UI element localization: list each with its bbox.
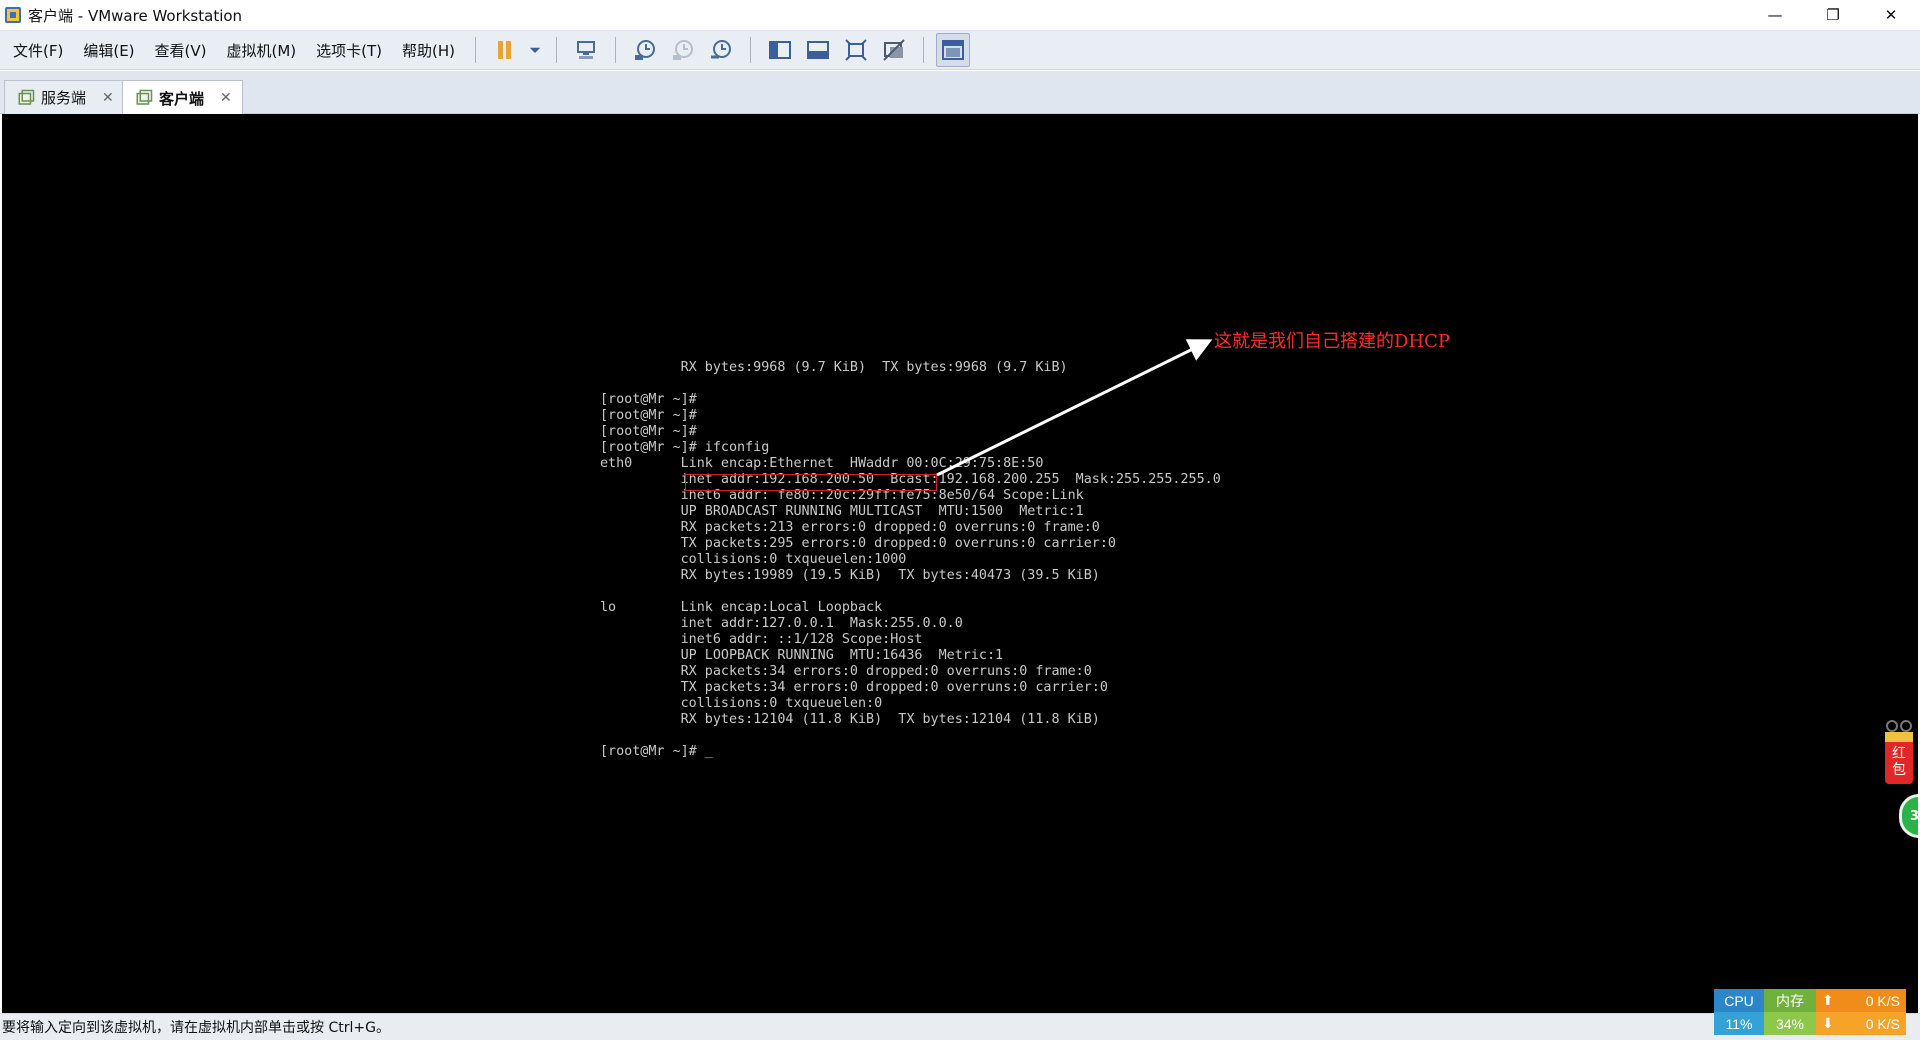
toolbar-separator <box>750 37 752 63</box>
unity-icon[interactable] <box>877 33 911 67</box>
tab-label: 客户端 <box>159 89 205 108</box>
memory-value: 34% <box>1764 1012 1816 1035</box>
terminal-line: RX packets:213 errors:0 dropped:0 overru… <box>600 520 1100 535</box>
tab-close-icon[interactable]: ✕ <box>220 90 232 106</box>
console-view-icon[interactable] <box>936 33 971 67</box>
window-controls: — ❐ ✕ <box>1746 0 1920 30</box>
terminal-line: [root@Mr ~]# _ <box>600 744 713 759</box>
terminal-output: RX bytes:9968 (9.7 KiB) TX bytes:9968 (9… <box>600 360 1221 760</box>
window-title: 客户端 - VMware Workstation <box>28 6 243 25</box>
terminal-line: inet addr:127.0.0.1 Mask:255.0.0.0 <box>600 616 963 631</box>
terminal-line: [root@Mr ~]# ifconfig <box>600 440 770 455</box>
cpu-value: 11% <box>1714 1012 1764 1035</box>
upload-speed: ⬆ 0 K/S <box>1816 989 1906 1012</box>
terminal-line: TX packets:295 errors:0 dropped:0 overru… <box>600 536 1116 551</box>
revert-snapshot-icon[interactable] <box>666 33 700 67</box>
title-bar: 客户端 - VMware Workstation — ❐ ✕ <box>0 0 1920 30</box>
snapshot-icon[interactable] <box>628 33 662 67</box>
red-packet-label: 红包 <box>1892 746 1906 778</box>
terminal-line: collisions:0 txqueuelen:1000 <box>600 552 907 567</box>
terminal-line: TX packets:34 errors:0 dropped:0 overrun… <box>600 680 1108 695</box>
thumbnail-bar-icon[interactable] <box>801 33 835 67</box>
vm-tab-icon <box>18 89 35 105</box>
vm-console-screen[interactable]: RX bytes:9968 (9.7 KiB) TX bytes:9968 (9… <box>2 114 1918 1013</box>
inet-addr-highlight <box>685 474 937 491</box>
tab-close-icon[interactable]: ✕ <box>102 90 114 106</box>
red-packet-widget[interactable]: 红包 <box>1882 718 1916 790</box>
tab-client[interactable]: 客户端 ✕ <box>122 80 243 115</box>
tab-label: 服务端 <box>41 89 87 107</box>
restore-button[interactable]: ❐ <box>1804 0 1862 30</box>
close-button[interactable]: ✕ <box>1862 0 1920 30</box>
terminal-line: RX bytes:19989 (19.5 KiB) TX bytes:40473… <box>600 568 1100 583</box>
terminal-line: [root@Mr ~]# <box>600 424 697 439</box>
menu-toolbar: 文件(F) 编辑(E) 查看(V) 虚拟机(M) 选项卡(T) 帮助(H) <box>0 30 1920 70</box>
tab-server[interactable]: 服务端 ✕ <box>4 80 125 114</box>
vmware-app-icon <box>5 7 21 23</box>
terminal-line: collisions:0 txqueuelen:0 <box>600 696 883 711</box>
floating-ball-widget[interactable]: 34 <box>1899 794 1918 838</box>
show-library-icon[interactable] <box>763 33 797 67</box>
terminal-line: lo Link encap:Local Loopback <box>600 600 883 615</box>
terminal-line: UP BROADCAST RUNNING MULTICAST MTU:1500 … <box>600 504 1084 519</box>
terminal-line: inet6 addr: ::1/128 Scope:Host <box>600 632 923 647</box>
fullscreen-icon[interactable] <box>839 33 873 67</box>
minimize-button[interactable]: — <box>1746 0 1804 30</box>
terminal-line: RX bytes:12104 (11.8 KiB) TX bytes:12104… <box>600 712 1100 727</box>
download-speed-value: 0 K/S <box>1865 1015 1900 1032</box>
memory-label: 内存 <box>1764 989 1816 1012</box>
toolbar-separator <box>556 37 558 63</box>
terminal-line: [root@Mr ~]# <box>600 408 697 423</box>
menu-view[interactable]: 查看(V) <box>145 30 217 70</box>
snapshot-manager-icon[interactable] <box>704 33 738 67</box>
upload-arrow-icon: ⬆ <box>1822 992 1834 1008</box>
toolbar-separator <box>475 37 477 63</box>
pause-icon[interactable] <box>488 33 522 67</box>
download-arrow-icon: ⬇ <box>1822 1015 1834 1031</box>
status-message: 要将输入定向到该虚拟机，请在虚拟机内部单击或按 Ctrl+G。 <box>2 1020 390 1036</box>
toolbar-separator <box>615 37 617 63</box>
toolbar-separator <box>923 37 925 63</box>
dhcp-annotation-label: 这就是我们自己搭建的DHCP <box>1214 331 1451 352</box>
send-ctrl-alt-del-icon[interactable] <box>569 33 603 67</box>
upload-speed-value: 0 K/S <box>1865 992 1900 1009</box>
menu-tabs[interactable]: 选项卡(T) <box>306 30 392 70</box>
menu-file[interactable]: 文件(F) <box>3 30 73 70</box>
menu-edit[interactable]: 编辑(E) <box>73 30 144 70</box>
cpu-label: CPU <box>1714 989 1764 1012</box>
terminal-line: [root@Mr ~]# <box>600 392 697 407</box>
vm-tab-strip: 服务端 ✕ 客户端 ✕ <box>0 71 1920 115</box>
dropdown-icon[interactable] <box>526 33 544 67</box>
terminal-line: RX bytes:9968 (9.7 KiB) TX bytes:9968 (9… <box>600 360 1068 375</box>
terminal-line: eth0 Link encap:Ethernet HWaddr 00:0C:29… <box>600 456 1044 471</box>
terminal-line: UP LOOPBACK RUNNING MTU:16436 Metric:1 <box>600 648 1004 663</box>
status-bar: 要将输入定向到该虚拟机，请在虚拟机内部单击或按 Ctrl+G。 <box>0 1013 1920 1040</box>
download-speed: ⬇ 0 K/S <box>1816 1012 1906 1035</box>
menu-vm[interactable]: 虚拟机(M) <box>217 30 307 70</box>
menu-help[interactable]: 帮助(H) <box>392 30 465 70</box>
terminal-line: RX packets:34 errors:0 dropped:0 overrun… <box>600 664 1092 679</box>
performance-monitor[interactable]: CPU 11% 内存 34% ⬆ 0 K/S ⬇ 0 K/S <box>1714 989 1906 1035</box>
vm-tab-icon <box>136 89 153 105</box>
